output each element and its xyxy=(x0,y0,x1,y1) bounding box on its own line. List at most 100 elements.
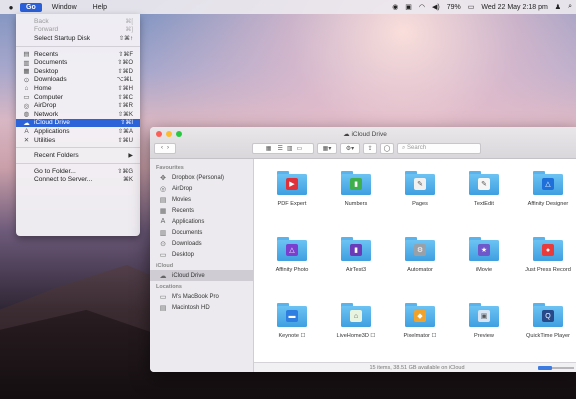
folder-label: TextEdit xyxy=(474,201,494,207)
wifi-icon[interactable]: ◠ xyxy=(419,3,425,11)
back-icon[interactable]: ‹ xyxy=(161,145,163,151)
column-view-icon[interactable]: ▥ xyxy=(287,145,293,152)
battery-label[interactable]: 79% xyxy=(447,4,461,11)
menu-item-icloud-drive[interactable]: ☁ iCloud Drive ⇧⌘I xyxy=(16,118,140,128)
slider-knob[interactable] xyxy=(538,366,553,370)
computer-icon: ▭ xyxy=(23,94,30,102)
documents-icon: ▥ xyxy=(159,229,167,237)
menu-item-applications[interactable]: A Applications ⇧⌘A xyxy=(16,127,140,136)
menu-item-shortcut: ⇧⌘R xyxy=(117,103,133,110)
clock[interactable]: Wed 22 May 2:18 pm xyxy=(481,4,547,11)
menu-item-label: AirDrop xyxy=(34,102,57,110)
laptop-icon: ▭ xyxy=(159,293,167,301)
menu-help[interactable]: Help xyxy=(87,3,113,12)
menu-item-label: Forward xyxy=(34,26,59,34)
menu-item-documents[interactable]: ▥ Documents ⇧⌘O xyxy=(16,58,140,67)
menu-item-utilities[interactable]: ✕ Utilities ⇧⌘U xyxy=(16,136,140,145)
menu-item-label: Connect to Server... xyxy=(34,176,93,184)
icon-view-icon[interactable]: ▦ xyxy=(264,145,274,152)
menu-separator xyxy=(16,147,140,149)
forward-icon[interactable]: › xyxy=(167,145,169,151)
search-field[interactable]: ⌕ Search xyxy=(397,142,481,154)
sidebar-item-desktop[interactable]: ▭ Desktop xyxy=(150,249,253,260)
window-title: ☁ iCloud Drive xyxy=(150,130,576,138)
menu-item-shortcut: ⇧⌘A xyxy=(117,128,133,135)
menu-item-downloads[interactable]: ⊙ Downloads ⌥⌘L xyxy=(16,76,140,85)
sidebar-item-documents[interactable]: ▥ Documents xyxy=(150,227,253,238)
network-icon: ◍ xyxy=(23,111,30,119)
folder-item-imovie[interactable]: ★ iMovie xyxy=(452,233,516,299)
folder-item-quicktime-player[interactable]: Q QuickTime Player xyxy=(516,299,576,365)
group-button[interactable]: ▦▾ xyxy=(317,142,337,154)
sidebar-item-label: iCloud Drive xyxy=(172,272,205,279)
cloud-icon: ☁ xyxy=(159,272,167,280)
livehome3d-app-icon: ⌂ xyxy=(350,310,362,322)
menu-item-shortcut: ⇧⌘I xyxy=(120,120,133,127)
share-button[interactable]: ⇪ xyxy=(363,142,377,154)
sidebar-item-icloud-drive[interactable]: ☁ iCloud Drive xyxy=(150,270,253,281)
menu-item-airdrop[interactable]: ◎ AirDrop ⇧⌘R xyxy=(16,101,140,110)
sidebar-item-dropbox-personal[interactable]: ✥ Dropbox (Personal) xyxy=(150,172,253,183)
sidebar-item-label: AirDrop xyxy=(172,185,193,192)
view-mode-buttons[interactable]: ▦ ☰ ▥ ▭ xyxy=(252,142,314,154)
folder-item-pages[interactable]: ✎ Pages xyxy=(388,167,452,233)
apple-logo-icon[interactable]: ● xyxy=(6,3,16,12)
sidebar-item-movies[interactable]: ▤ Movies xyxy=(150,194,253,205)
airdrop-icon: ◎ xyxy=(159,185,167,193)
sidebar-item-macintosh-hd[interactable]: ▤ Macintosh HD xyxy=(150,302,253,313)
sidebar-item-downloads[interactable]: ⊙ Downloads xyxy=(150,238,253,249)
search-placeholder: Search xyxy=(407,145,427,151)
sidebar-item-airdrop[interactable]: ◎ AirDrop xyxy=(150,183,253,194)
menu-item-shortcut: ⇧⌘O xyxy=(117,60,133,67)
folder-label: Just Press Record xyxy=(525,267,571,273)
folder-item-keynote[interactable]: ▬ Keynote ☐ xyxy=(260,299,324,365)
spotlight-icon[interactable]: ⌕ xyxy=(568,3,572,11)
folder-label: LiveHome3D ☐ xyxy=(336,333,376,339)
sidebar-item-recents[interactable]: ▦ Recents xyxy=(150,205,253,216)
folder-label: Keynote ☐ xyxy=(278,333,306,339)
back-forward-buttons[interactable]: ‹ › xyxy=(154,142,176,154)
folder-item-preview[interactable]: ▣ Preview xyxy=(452,299,516,365)
menu-item-network[interactable]: ◍ Network ⇧⌘K xyxy=(16,110,140,119)
folder-item-numbers[interactable]: ▮ Numbers xyxy=(324,167,388,233)
menu-separator xyxy=(16,45,140,47)
gallery-view-icon[interactable]: ▭ xyxy=(297,145,303,152)
menu-item-recents[interactable]: ▤ Recents ⇧⌘F xyxy=(16,50,140,59)
menu-item-recent-folders[interactable]: Recent Folders ▶ xyxy=(16,151,140,160)
menu-item-back: Back ⌘[ xyxy=(16,17,140,26)
folder-item-automator[interactable]: ⚙ Automator xyxy=(388,233,452,299)
menu-item-desktop[interactable]: ▦ Desktop ⇧⌘D xyxy=(16,67,140,76)
folder-label: Numbers xyxy=(344,201,368,207)
folder-item-just-press-record[interactable]: ● Just Press Record xyxy=(516,233,576,299)
menu-item-shortcut: ⌘K xyxy=(122,177,133,184)
folder-item-livehome3d[interactable]: ⌂ LiveHome3D ☐ xyxy=(324,299,388,365)
menu-item-go-to-folder[interactable]: Go to Folder... ⇧⌘G xyxy=(16,167,140,176)
user-icon[interactable]: ♟ xyxy=(555,3,561,11)
folder-item-affinity-photo[interactable]: △ Affinity Photo xyxy=(260,233,324,299)
folder-item-affinity-designer[interactable]: △ Affinity Designer xyxy=(516,167,576,233)
battery-icon[interactable]: ▭ xyxy=(468,3,475,11)
just-press-record-app-icon: ● xyxy=(542,244,554,256)
menu-item-home[interactable]: ⌂ Home ⇧⌘H xyxy=(16,84,140,93)
action-button[interactable]: ⚙▾ xyxy=(340,142,360,154)
folder-item-airtest3[interactable]: ▮ AirTest3 xyxy=(324,233,388,299)
list-view-icon[interactable]: ☰ xyxy=(277,145,282,152)
menu-window[interactable]: Window xyxy=(46,3,83,12)
screen-icon[interactable]: ▣ xyxy=(405,3,412,11)
folder-item-pixelmator[interactable]: ◆ Pixelmator ☐ xyxy=(388,299,452,365)
menu-go[interactable]: Go xyxy=(20,2,42,12)
volume-icon[interactable]: ◀) xyxy=(432,3,440,11)
1password-icon[interactable]: ◉ xyxy=(392,3,398,11)
folder-item-pdf-expert[interactable]: ▶ PDF Expert xyxy=(260,167,324,233)
sidebar-item-label: Applications xyxy=(172,218,205,225)
sidebar-item-applications[interactable]: A Applications xyxy=(150,216,253,227)
icon-size-slider[interactable] xyxy=(538,366,574,370)
tags-button[interactable]: ◯ xyxy=(380,142,394,154)
menu-item-computer[interactable]: ▭ Computer ⇧⌘C xyxy=(16,93,140,102)
menu-item-connect-to-server[interactable]: Connect to Server... ⌘K xyxy=(16,176,140,185)
sidebar-item-m-s-macbook-pro[interactable]: ▭ M's MacBook Pro xyxy=(150,291,253,302)
menu-item-label: Downloads xyxy=(34,76,67,84)
folder-item-textedit[interactable]: ✎ TextEdit xyxy=(452,167,516,233)
menu-item-select-startup-disk[interactable]: Select Startup Disk ⇧⌘↑ xyxy=(16,34,140,43)
affinity-photo-app-icon: △ xyxy=(286,244,298,256)
